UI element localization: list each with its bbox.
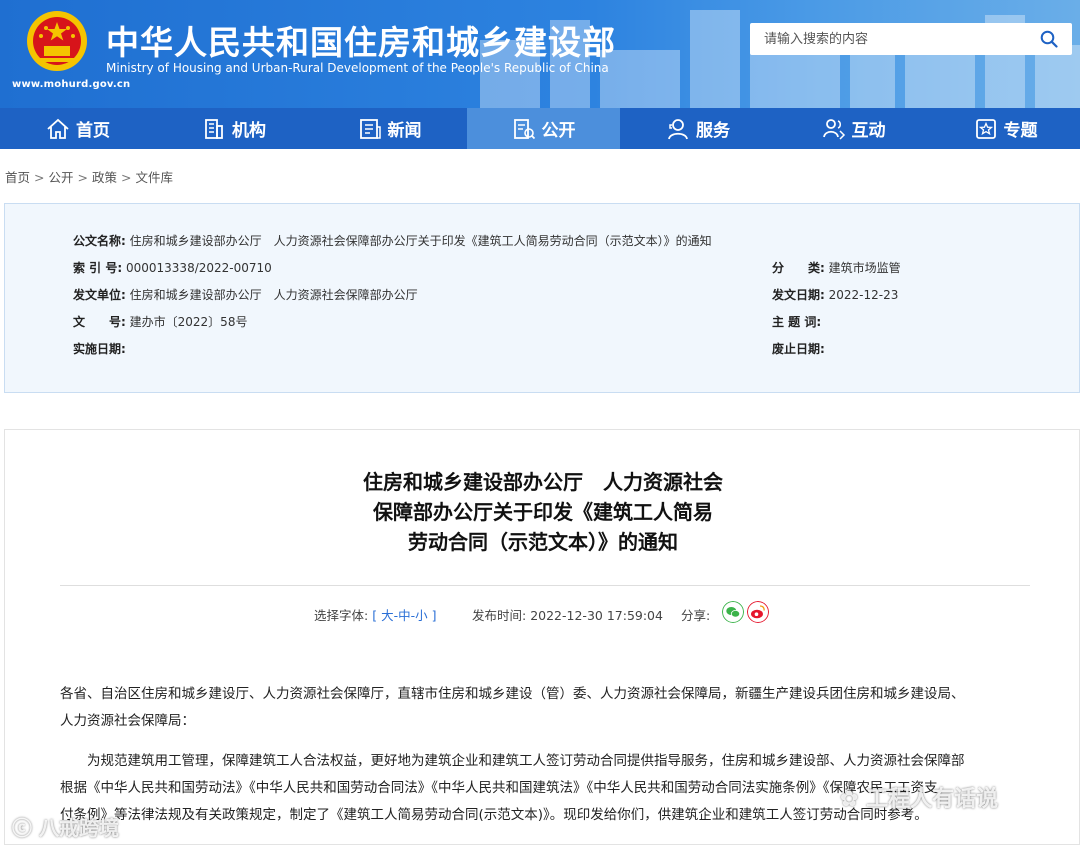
nav-item-news[interactable]: 新闻 [312, 108, 467, 149]
doc-name-value: 住房和城乡建设部办公厅 人力资源社会保障部办公厅关于印发《建筑工人简易劳动合同（… [129, 234, 712, 248]
doc-name-row: 公文名称: 住房和城乡建设部办公厅 人力资源社会保障部办公厅关于印发《建筑工人简… [73, 232, 712, 249]
font-size-label: 选择字体: [314, 608, 369, 623]
breadcrumb: 首页 > 公开 > 政策 > 文件库 [5, 167, 173, 186]
watermark-logo-icon: ⓒ [12, 816, 32, 840]
nav-item-label: 机构 [232, 121, 266, 141]
nav-item-label: 首页 [76, 121, 110, 141]
breadcrumb-file-library[interactable]: 文件库 [136, 170, 174, 185]
issue-date-row: 发文日期: 2022-12-23 [772, 286, 898, 303]
watermark-right: ✿ 工程人有话说 [840, 781, 998, 813]
breadcrumb-separator: > [77, 170, 88, 185]
search-box [750, 23, 1072, 55]
topic-star-icon [975, 118, 996, 139]
nav-item-label: 互动 [851, 121, 886, 141]
publish-time-value: 2022-12-30 17:59:04 [530, 608, 663, 623]
nav-item-service[interactable]: 服务 [620, 108, 776, 149]
category-label: 分 类: [772, 261, 825, 275]
nav-item-interaction[interactable]: 互动 [776, 108, 931, 149]
share-label: 分享: [681, 608, 711, 623]
interaction-icon [822, 118, 845, 140]
breadcrumb-home[interactable]: 首页 [5, 170, 30, 185]
index-row: 索 引 号: 000013338/2022-00710 [73, 259, 272, 276]
doc-name-label: 公文名称: [73, 234, 126, 248]
keywords-label: 主 题 词: [772, 315, 822, 329]
site-header: www.mohurd.gov.cn 中华人民共和国住房和城乡建设部 Minist… [0, 0, 1080, 108]
effective-date-label: 实施日期: [73, 342, 126, 356]
home-icon [47, 118, 69, 139]
paragraph-line: 为规范建筑用工管理，保障建筑工人合法权益，更好地为建筑企业和建筑工人签订劳动合同… [60, 753, 965, 769]
doc-number-value: 建办市〔2022〕58号 [129, 315, 248, 329]
nav-item-home[interactable]: 首页 [0, 108, 156, 149]
expiry-date-row: 废止日期: [772, 340, 825, 357]
category-value: 建筑市场监管 [828, 261, 901, 275]
font-bracket-open: [ [372, 608, 378, 623]
site-url: www.mohurd.gov.cn [12, 79, 131, 90]
paragraph-line: 各省、自治区住房和城乡建设厅、人力资源社会保障厅，直辖市住房和城乡建设（管）委、… [60, 686, 965, 702]
keywords-row: 主 题 词: [772, 313, 821, 330]
breadcrumb-public[interactable]: 公开 [49, 170, 74, 185]
font-small-button[interactable]: 小 [415, 608, 428, 623]
issuer-row: 发文单位: 住房和城乡建设部办公厅 人力资源社会保障部办公厅 [73, 286, 418, 303]
breadcrumb-policy[interactable]: 政策 [92, 170, 117, 185]
nav-item-label: 服务 [696, 121, 730, 141]
article-title-line: 劳动合同（示范文本）》的通知 [408, 530, 678, 554]
effective-date-row: 实施日期: [73, 340, 126, 357]
article-title-line: 住房和城乡建设部办公厅 人力资源社会 [363, 470, 723, 494]
article-title-line: 保障部办公厅关于印发《建筑工人简易 [373, 500, 713, 524]
doc-number-row: 文 号: 建办市〔2022〕58号 [73, 313, 247, 330]
watermark-right-text: 工程人有话说 [866, 787, 999, 812]
site-subtitle: Ministry of Housing and Urban-Rural Deve… [106, 61, 609, 75]
title-divider [60, 585, 1030, 586]
breadcrumb-separator: > [121, 170, 132, 185]
nav-item-organization[interactable]: 机构 [156, 108, 312, 149]
paragraph-line: 人力资源社会保障局： [60, 713, 195, 729]
search-input[interactable] [750, 23, 1030, 55]
doc-number-label: 文 号: [73, 315, 126, 329]
font-bracket-close: ] [431, 608, 437, 623]
document-info-panel: 公文名称: 住房和城乡建设部办公厅 人力资源社会保障部办公厅关于印发《建筑工人简… [4, 203, 1080, 393]
issuer-value: 住房和城乡建设部办公厅 人力资源社会保障部办公厅 [129, 288, 418, 302]
expiry-date-label: 废止日期: [772, 342, 825, 356]
nav-item-topic[interactable]: 专题 [931, 108, 1080, 149]
national-emblem-icon [27, 11, 87, 71]
nav-item-label: 公开 [541, 121, 576, 141]
issue-date-value: 2022-12-23 [828, 288, 899, 302]
wechat-watermark-icon: ✿ [840, 787, 859, 812]
building-icon [205, 118, 223, 139]
search-icon[interactable] [1040, 30, 1058, 48]
recipients-paragraph: 各省、自治区住房和城乡建设厅、人力资源社会保障厅，直辖市住房和城乡建设（管）委、… [60, 681, 1040, 735]
font-size-selector: 选择字体: [ 大-中-小 ] [314, 605, 437, 624]
watermark-left: ⓒ 八戒跨境 [12, 812, 119, 841]
font-medium-button[interactable]: 中 [398, 608, 411, 623]
publish-time-label: 发布时间: [472, 608, 527, 623]
issue-date-label: 发文日期: [772, 288, 825, 302]
article-title: 住房和城乡建设部办公厅 人力资源社会 保障部办公厅关于印发《建筑工人简易 劳动合… [5, 467, 1080, 557]
nav-item-label: 新闻 [387, 121, 422, 141]
news-icon [359, 118, 381, 139]
open-doc-icon [513, 118, 535, 139]
main-nav: 首页 机构 新闻 公开 服务 互动 专题 [0, 108, 1080, 149]
service-icon [668, 118, 688, 139]
nav-item-public[interactable]: 公开 [467, 108, 620, 149]
weibo-share-icon[interactable] [747, 601, 769, 623]
wechat-share-icon[interactable] [722, 601, 744, 623]
font-large-button[interactable]: 大 [381, 608, 394, 623]
nav-item-label: 专题 [1003, 121, 1038, 141]
issuer-label: 发文单位: [73, 288, 126, 302]
index-label: 索 引 号: [73, 261, 123, 275]
breadcrumb-separator: > [34, 170, 45, 185]
watermark-left-text: 八戒跨境 [38, 816, 119, 840]
publish-time: 发布时间: 2022-12-30 17:59:04 [472, 605, 663, 624]
index-value: 000013338/2022-00710 [125, 261, 272, 275]
category-row: 分 类: 建筑市场监管 [772, 259, 901, 276]
site-title[interactable]: 中华人民共和国住房和城乡建设部 [106, 16, 616, 64]
